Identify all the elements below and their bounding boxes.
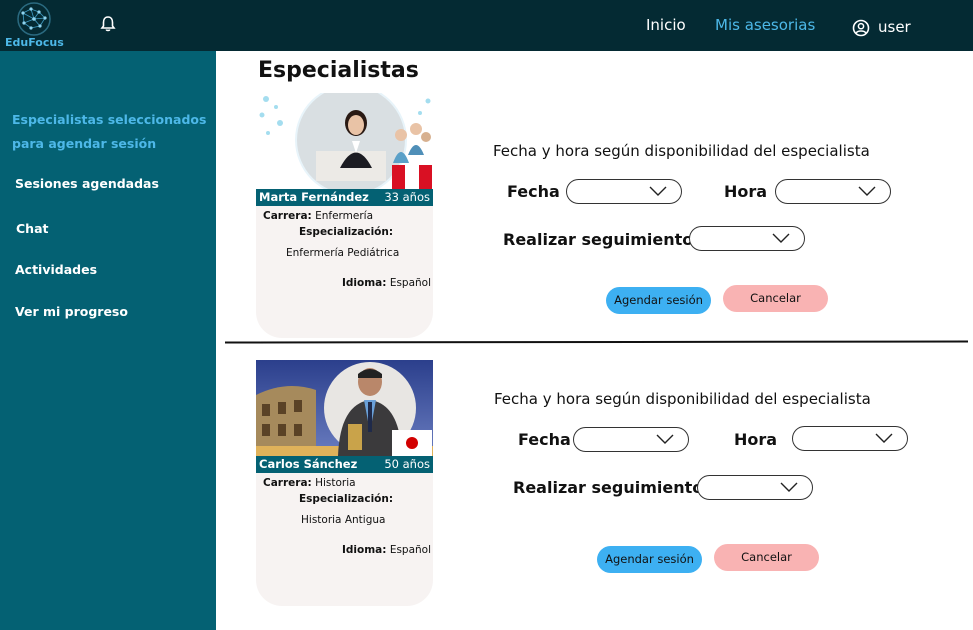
seguimiento-label: Realizar seguimiento (513, 478, 704, 497)
specialist-card: Carlos Sánchez 50 años Carrera: Historia… (256, 360, 433, 606)
name-bar: Marta Fernández 33 años (256, 189, 433, 206)
top-navbar: EduFocus Inicio Mis asesorias user (0, 0, 973, 51)
section-divider (224, 340, 969, 344)
idioma-line: Idioma: Español (342, 277, 431, 289)
idioma-label: Idioma: (342, 277, 387, 289)
nav-inicio[interactable]: Inicio (646, 16, 686, 34)
seguimiento-select[interactable] (697, 475, 813, 500)
specialist-age: 33 años (384, 190, 430, 204)
hora-label: Hora (724, 182, 768, 201)
idioma-label: Idioma: (342, 544, 387, 556)
specialist-name: Marta Fernández (259, 190, 369, 204)
edufocus-logo[interactable]: EduFocus (3, 1, 65, 49)
sidebar-item-chat[interactable]: Chat (16, 221, 48, 236)
sidebar-item-actividades[interactable]: Actividades (15, 262, 97, 277)
user-label: user (878, 18, 911, 36)
fecha-select[interactable] (566, 179, 682, 204)
especializacion-line: Especialización: (299, 493, 393, 505)
carrera-label: Carrera: (263, 210, 312, 222)
idioma-value: Español (389, 544, 432, 556)
carrera-label: Carrera: (263, 477, 312, 489)
cancelar-button[interactable]: Cancelar (723, 285, 828, 312)
carrera-line: Carrera: Historia (263, 477, 356, 489)
especializacion-value: Enfermería Pediátrica (286, 247, 400, 259)
fecha-select[interactable] (573, 427, 689, 452)
carrera-value: Enfermería (315, 210, 374, 222)
seguimiento-label: Realizar seguimiento (503, 230, 694, 249)
availability-title: Fecha y hora según disponibilidad del es… (494, 390, 871, 408)
brain-network-icon (17, 2, 51, 36)
user-icon (852, 19, 870, 37)
especializacion-value: Historia Antigua (301, 514, 386, 526)
carrera-line: Carrera: Enfermería (263, 210, 373, 222)
sidebar: Especialistas seleccionados para agendar… (0, 51, 216, 630)
hora-select[interactable] (792, 426, 908, 451)
chevron-down-icon (858, 186, 876, 196)
sidebar-item-especialistas[interactable]: Especialistas seleccionados para agendar… (12, 108, 212, 156)
chevron-down-icon (772, 233, 790, 243)
chevron-down-icon (649, 186, 667, 196)
idioma-value: Español (389, 277, 432, 289)
page-title: Especialistas (258, 58, 419, 83)
notifications-bell-icon[interactable] (98, 14, 118, 34)
chevron-down-icon (875, 433, 893, 443)
specialist-name: Carlos Sánchez (259, 457, 358, 471)
sidebar-item-sesiones-agendadas[interactable]: Sesiones agendadas (15, 176, 159, 191)
cancelar-button[interactable]: Cancelar (714, 544, 819, 571)
logo-text: EduFocus (5, 36, 64, 49)
especializacion-line: Especialización: (299, 226, 393, 238)
especializacion-label: Especialización: (299, 226, 394, 238)
carrera-value: Historia (315, 477, 356, 489)
fecha-label: Fecha (507, 182, 560, 201)
fecha-label: Fecha (518, 430, 571, 449)
seguimiento-select[interactable] (689, 226, 805, 251)
nav-mis-asesorias[interactable]: Mis asesorias (715, 16, 815, 34)
specialist-card: Marta Fernández 33 años Carrera: Enferme… (256, 93, 433, 338)
chevron-down-icon (780, 482, 798, 492)
specialist-photo (256, 360, 433, 456)
availability-title: Fecha y hora según disponibilidad del es… (493, 142, 870, 160)
agendar-sesion-button[interactable]: Agendar sesión (606, 287, 711, 314)
chevron-down-icon (656, 434, 674, 444)
sidebar-item-ver-mi-progreso[interactable]: Ver mi progreso (15, 304, 128, 319)
specialist-age: 50 años (384, 457, 430, 471)
agendar-sesion-button[interactable]: Agendar sesión (597, 546, 702, 573)
hora-label: Hora (734, 430, 778, 449)
name-bar: Carlos Sánchez 50 años (256, 456, 433, 473)
idioma-line: Idioma: Español (342, 544, 431, 556)
specialist-photo (256, 93, 433, 189)
hora-select[interactable] (775, 179, 891, 204)
especializacion-label: Especialización: (299, 493, 394, 505)
